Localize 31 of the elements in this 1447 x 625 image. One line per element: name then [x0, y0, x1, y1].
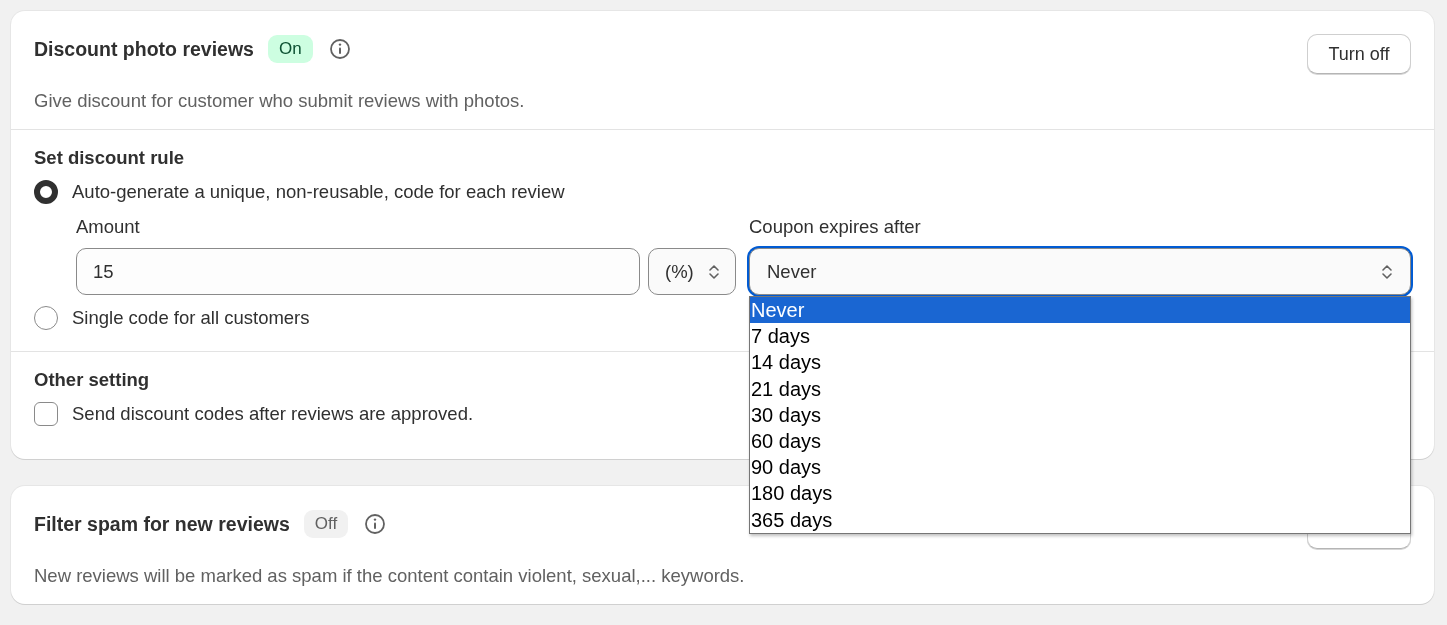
dropdown-option[interactable]: 14 days	[750, 349, 1410, 376]
radio-button[interactable]	[34, 180, 58, 204]
status-badge: Off	[303, 510, 349, 538]
status-badge: On	[267, 35, 313, 63]
info-icon	[364, 513, 387, 535]
expiry-select[interactable]: Never	[749, 248, 1411, 295]
amount-field[interactable]: 15	[76, 248, 640, 295]
card-title: Filter spam for new reviews	[34, 512, 290, 536]
field-label: Coupon expires after	[749, 216, 922, 238]
radio-button[interactable]	[34, 306, 58, 330]
dropdown-option[interactable]: 365 days	[750, 506, 1410, 533]
dropdown-option[interactable]: 7 days	[750, 323, 1410, 350]
field-label: Amount	[76, 216, 141, 238]
option-label: Auto-generate a unique, non-reusable, code for each review	[72, 180, 565, 204]
dropdown-option[interactable]: Never	[750, 297, 1410, 324]
option-label: Send discount codes after reviews are approved.	[72, 402, 474, 426]
dropdown-option[interactable]: 60 days	[750, 428, 1410, 455]
dropdown-option[interactable]: 180 days	[750, 480, 1410, 507]
card-description: Give discount for customer who submit reviews with photos.	[33, 89, 526, 113]
section-heading: Other setting	[34, 369, 150, 391]
info-icon	[328, 38, 351, 60]
option-label: Single code for all customers	[72, 306, 310, 330]
checkbox[interactable]	[34, 402, 58, 426]
unit-select[interactable]: (%)	[648, 248, 736, 295]
dropdown-option[interactable]: 90 days	[750, 454, 1410, 481]
card-description: New reviews will be marked as spam if the content contain violent, sexual,... keywords.	[33, 564, 746, 588]
card-title: Discount photo reviews	[34, 37, 254, 61]
dropdown-option[interactable]: 21 days	[750, 375, 1410, 402]
dropdown-option[interactable]: 30 days	[750, 401, 1410, 428]
section-heading: Set discount rule	[34, 147, 185, 169]
action-button[interactable]: Turn off	[1307, 34, 1411, 74]
